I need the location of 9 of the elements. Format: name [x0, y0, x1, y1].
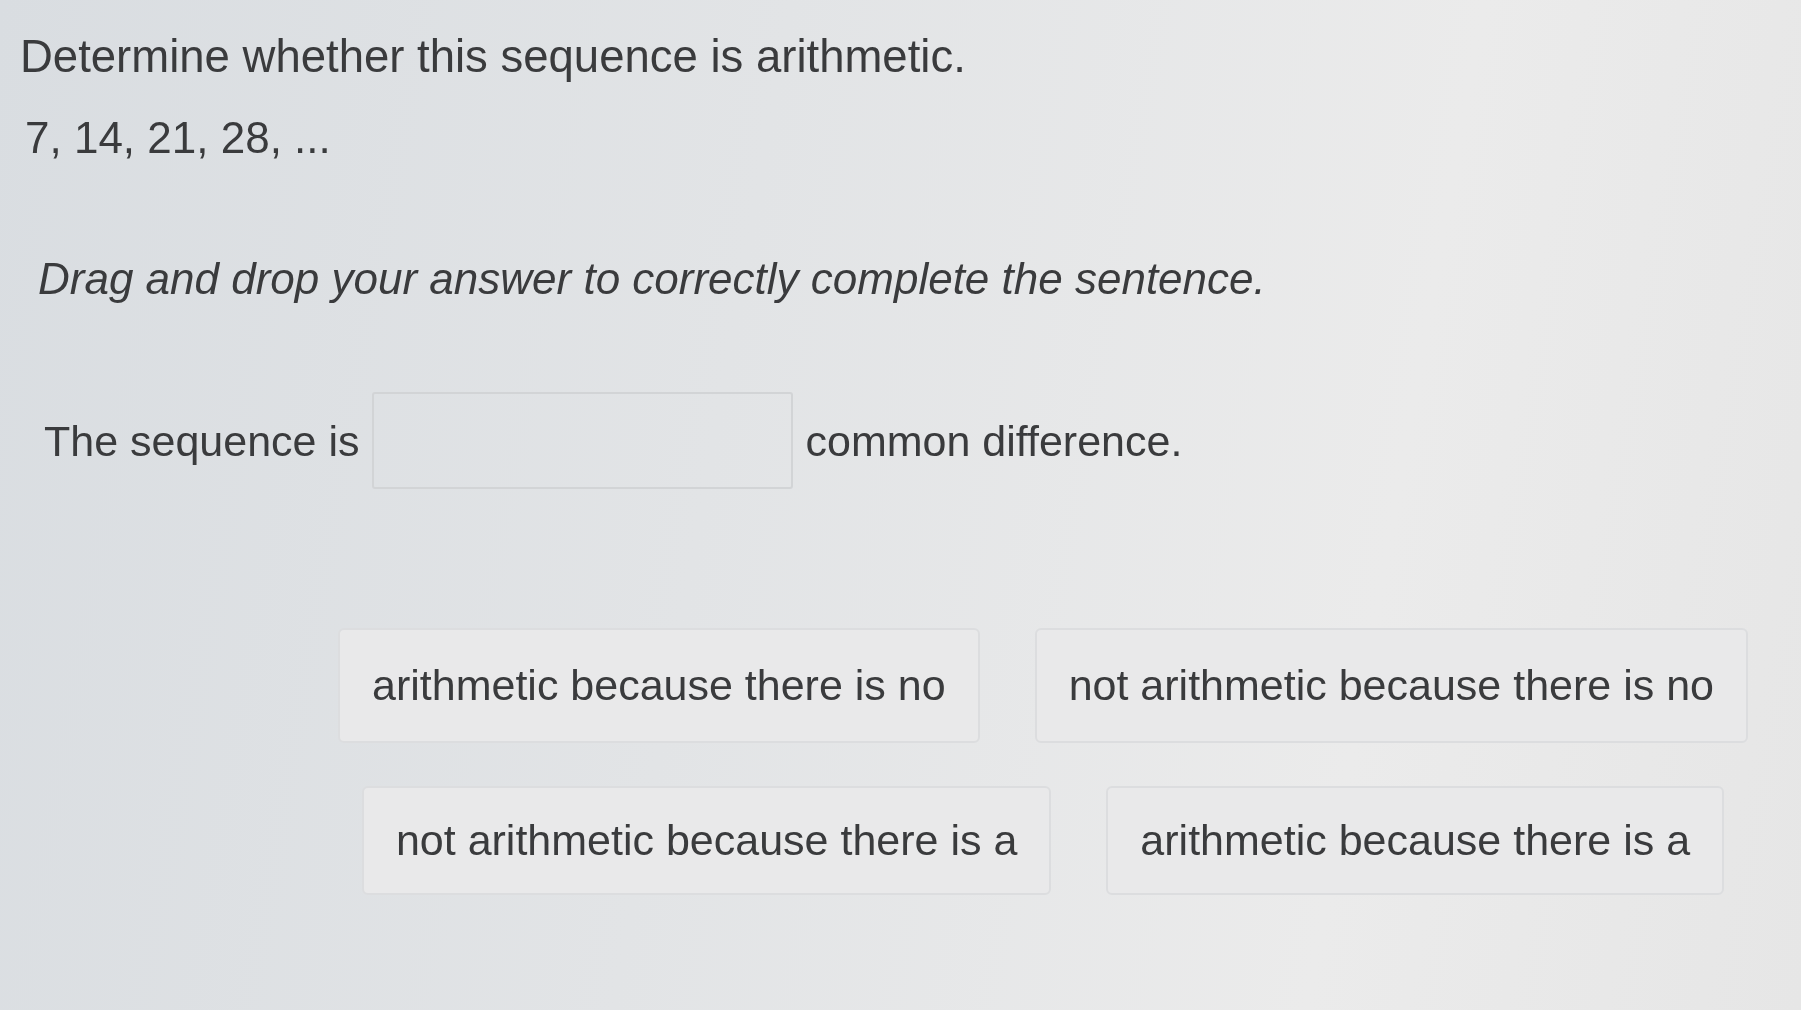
- sentence-text: The sequence is: [44, 415, 360, 467]
- question-text: Determine whether this sequence is arithmetic.: [20, 31, 966, 83]
- answer-choice[interactable]: not arithmetic because there is a: [361, 786, 1052, 895]
- sentence-text: common difference.: [805, 415, 1183, 467]
- sequence-text: 7, 14, 21, 28, ...: [25, 112, 331, 164]
- answer-choice[interactable]: not arithmetic because there is no: [1034, 628, 1748, 743]
- instruction-text: Drag and drop your answer to correctly complete the sentence.: [38, 253, 1266, 305]
- answer-choice[interactable]: arithmetic because there is no: [338, 628, 980, 743]
- answer-choice[interactable]: arithmetic because there is a: [1106, 786, 1725, 895]
